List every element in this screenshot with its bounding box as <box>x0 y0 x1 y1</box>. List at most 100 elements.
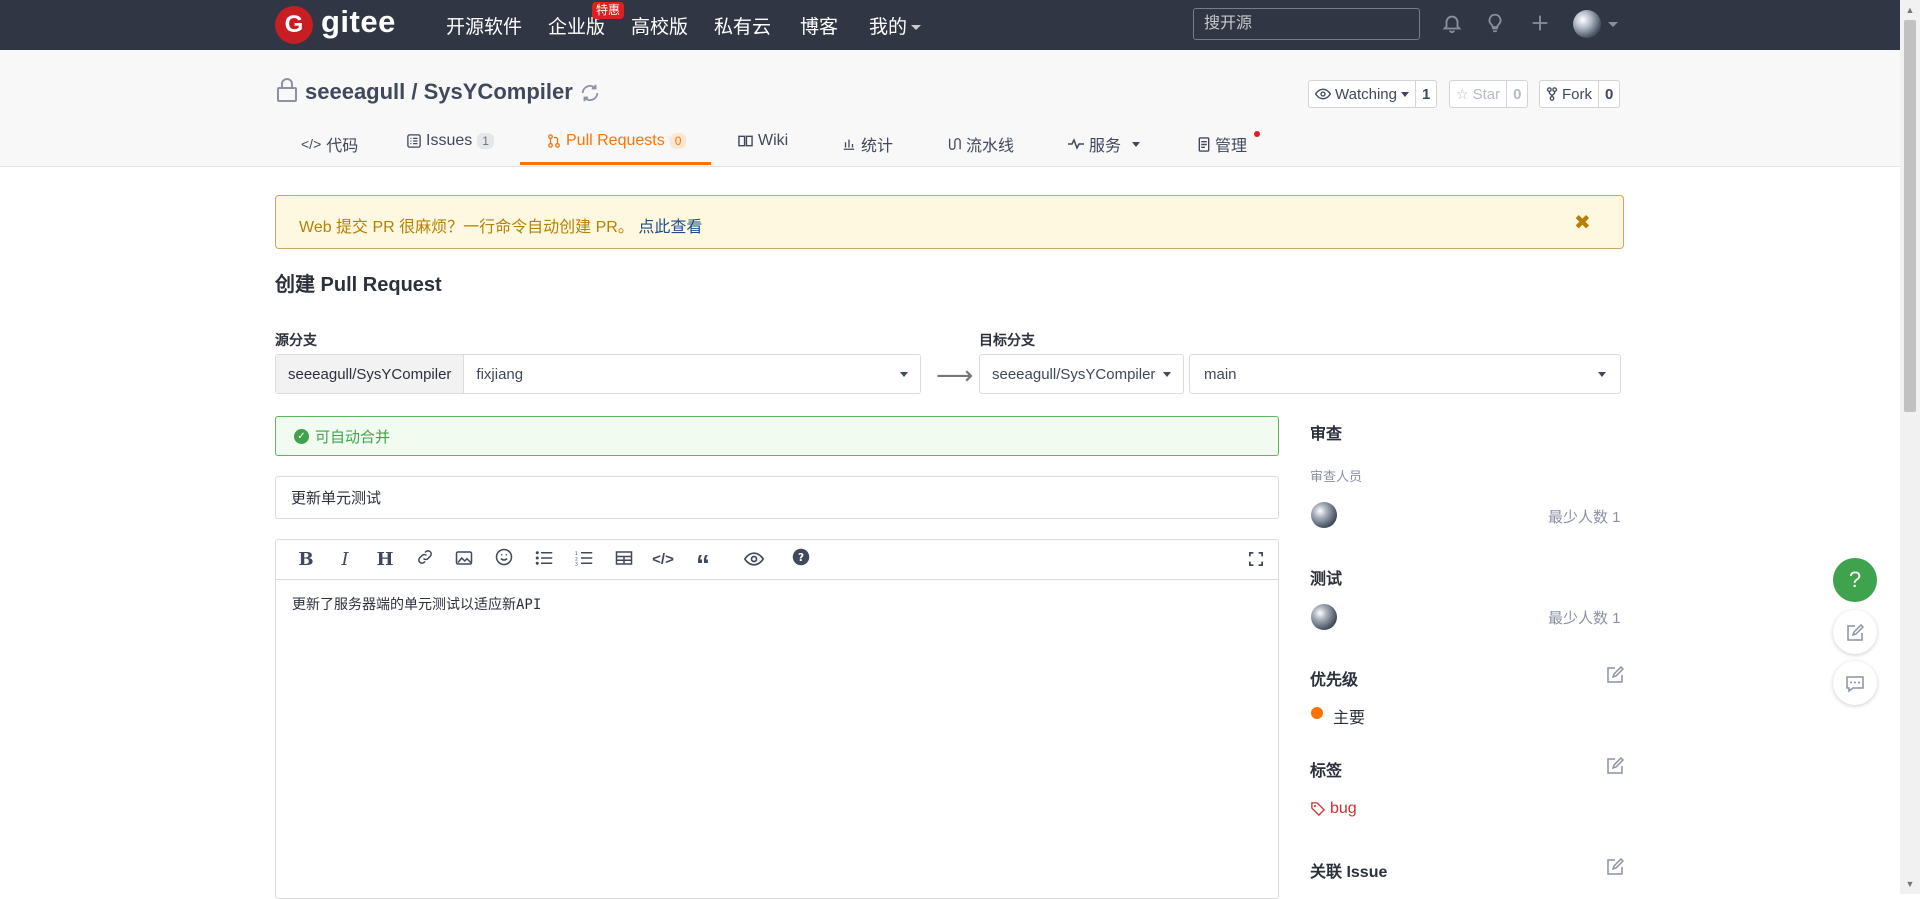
notice-message: Web 提交 PR 很麻烦？一行命令自动创建 PR。 <box>299 219 634 236</box>
edit-labels-icon[interactable] <box>1606 757 1624 775</box>
fork-button[interactable]: Fork 0 <box>1539 80 1621 108</box>
svg-text:?: ? <box>798 552 804 564</box>
tab-pipeline[interactable]: 流水线 <box>947 132 1014 156</box>
code-icon: </> <box>301 136 322 152</box>
editor-content[interactable]: 更新了服务器端的单元测试以适应新API <box>276 580 1278 628</box>
nav-private-cloud[interactable]: 私有云 <box>714 12 771 39</box>
chevron-down-icon <box>911 25 922 31</box>
scrollbar-thumb[interactable] <box>1904 20 1916 412</box>
tab-code[interactable]: </> 代码 <box>301 132 358 156</box>
priority-dot <box>1311 707 1323 719</box>
watching-button[interactable]: Watching 1 <box>1308 80 1438 108</box>
gitee-logo-icon[interactable]: G <box>275 6 313 44</box>
label-bug[interactable]: bug <box>1311 800 1357 818</box>
unordered-list-icon[interactable] <box>532 548 556 572</box>
tab-pull-requests-label: Pull Requests <box>566 132 665 149</box>
fork-label: Fork <box>1562 85 1592 103</box>
preview-eye-icon[interactable] <box>742 548 766 572</box>
nav-blog[interactable]: 博客 <box>800 12 838 39</box>
tab-manage[interactable]: 管理 <box>1198 132 1247 156</box>
active-tab-indicator <box>520 162 711 165</box>
user-avatar[interactable] <box>1573 10 1601 38</box>
pull-request-icon <box>548 134 560 148</box>
scroll-up-icon[interactable]: ▲ <box>1904 4 1916 16</box>
link-icon[interactable] <box>413 548 437 572</box>
avatar-chevron-down-icon[interactable] <box>1608 22 1618 27</box>
pr-title-input[interactable] <box>275 476 1279 519</box>
label-bug-text: bug <box>1330 800 1357 817</box>
page-title: 创建 Pull Request <box>275 274 442 296</box>
lightbulb-icon[interactable] <box>1483 12 1507 36</box>
target-repo-select[interactable]: seeeagull/SysYCompiler <box>979 354 1184 394</box>
tester-avatar[interactable] <box>1311 604 1337 630</box>
ordered-list-icon[interactable]: 123 <box>572 548 596 572</box>
reviewer-min-count: 最少人数 1 <box>1548 509 1621 526</box>
italic-icon[interactable]: I <box>333 548 357 572</box>
edit-issue-icon[interactable] <box>1606 858 1624 876</box>
pulse-icon <box>1068 138 1084 150</box>
tab-wiki-label: Wiki <box>758 132 789 149</box>
tab-issues[interactable]: Issues 1 <box>407 132 494 150</box>
pipeline-icon <box>948 138 961 150</box>
star-label: Star <box>1472 85 1501 103</box>
feedback-icon <box>1847 624 1865 641</box>
tab-stats[interactable]: 统计 <box>842 132 893 156</box>
bell-icon[interactable] <box>1440 12 1464 36</box>
review-heading: 审查 <box>1310 426 1343 443</box>
feedback-fab[interactable] <box>1833 610 1877 654</box>
plus-icon[interactable] <box>1528 12 1552 36</box>
scroll-down-icon[interactable]: ▼ <box>1904 878 1916 890</box>
target-branch-select[interactable]: main <box>1189 354 1621 394</box>
merge-status: ✓ 可自动合并 <box>275 416 1279 456</box>
priority-value: 主要 <box>1333 710 1366 727</box>
fullscreen-icon[interactable] <box>1244 548 1268 572</box>
help-fab[interactable]: ? <box>1833 558 1877 602</box>
nav-open-source[interactable]: 开源软件 <box>446 12 522 39</box>
emoji-icon[interactable] <box>492 548 516 572</box>
chevron-down-icon <box>900 371 908 377</box>
nav-mine-label: 我的 <box>869 17 908 38</box>
nav-mine[interactable]: 我的 <box>869 12 922 39</box>
tab-services[interactable]: 服务 <box>1068 132 1141 156</box>
tab-pull-requests[interactable]: Pull Requests 0 <box>547 132 687 150</box>
table-icon[interactable] <box>612 548 636 572</box>
priority-heading: 优先级 <box>1310 672 1359 689</box>
sync-icon[interactable] <box>579 82 601 104</box>
help-icon[interactable]: ? <box>789 548 813 572</box>
source-branch-group: seeeagull/SysYCompiler fixjiang <box>275 354 921 394</box>
question-icon: ? <box>1848 567 1862 592</box>
search-input[interactable] <box>1193 8 1420 40</box>
repo-title[interactable]: seeeagull / SysYCompiler <box>305 79 573 105</box>
heading-icon[interactable]: H <box>373 548 397 572</box>
source-branch-select[interactable]: fixjiang <box>464 355 920 393</box>
manage-icon <box>1198 136 1210 152</box>
tester-min-count: 最少人数 1 <box>1548 610 1621 627</box>
hot-badge: 特惠 <box>592 2 625 19</box>
tab-wiki[interactable]: Wiki <box>738 132 788 150</box>
code-block-icon[interactable]: </> <box>651 548 675 572</box>
tab-services-label: 服务 <box>1089 138 1122 155</box>
nav-education[interactable]: 高校版 <box>631 12 688 39</box>
chat-fab[interactable] <box>1833 661 1877 705</box>
reviewer-avatar[interactable] <box>1311 502 1337 528</box>
image-icon[interactable] <box>452 548 476 572</box>
quote-icon[interactable]: “ <box>691 548 715 580</box>
star-button[interactable]: ☆ Star 0 <box>1449 80 1529 108</box>
tab-stats-label: 统计 <box>861 138 894 155</box>
bold-icon[interactable]: B <box>294 548 318 572</box>
star-count: 0 <box>1506 81 1527 107</box>
tab-pipeline-label: 流水线 <box>966 138 1015 155</box>
target-branch-value: main <box>1204 365 1237 383</box>
watching-label: Watching <box>1335 85 1397 103</box>
tab-code-label: 代码 <box>326 138 359 155</box>
edit-priority-icon[interactable] <box>1606 666 1624 684</box>
source-branch-label: 源分支 <box>275 332 317 348</box>
logo-text[interactable]: gitee <box>321 4 396 40</box>
chevron-down-icon <box>1163 371 1171 377</box>
reviewer-label: 审查人员 <box>1310 469 1363 484</box>
fork-count: 0 <box>1598 81 1619 107</box>
issues-icon <box>407 134 421 148</box>
close-icon[interactable]: ✖ <box>1574 210 1591 235</box>
bar-chart-icon <box>843 139 855 150</box>
notice-link[interactable]: 点此查看 <box>638 219 702 236</box>
